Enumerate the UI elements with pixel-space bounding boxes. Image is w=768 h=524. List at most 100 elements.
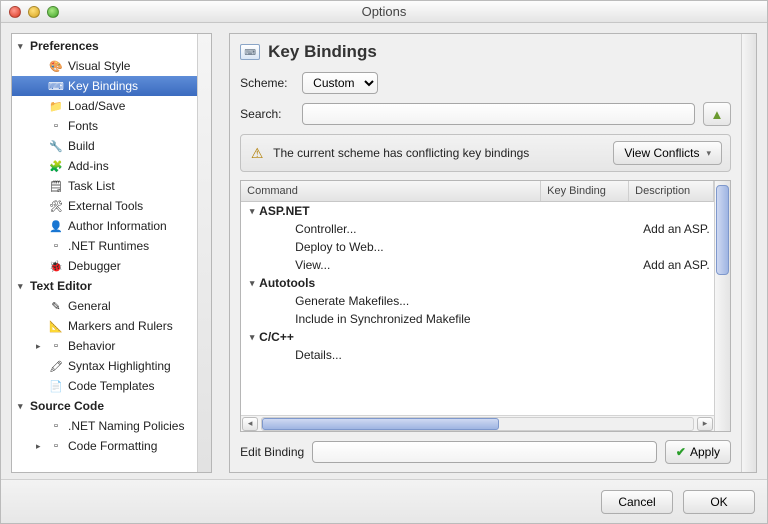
search-action-button[interactable]: ▲ (703, 102, 731, 126)
grid-row[interactable]: Details... (241, 346, 714, 364)
tree-item[interactable]: 📄 Code Templates (12, 376, 197, 396)
tree-group-header[interactable]: ▾Source Code (12, 396, 197, 416)
main-scrollbar[interactable] (741, 34, 756, 472)
cancel-button[interactable]: Cancel (601, 490, 673, 514)
grid-body[interactable]: ▾ASP.NETController...Add an ASP.NET…Depl… (241, 202, 714, 415)
cell-command: Include in Synchronized Makefile (295, 312, 555, 326)
tree-item-label: Key Bindings (68, 79, 138, 93)
tree-item-label: Code Formatting (68, 439, 157, 453)
tree-item[interactable]: 🖍Syntax Highlighting (12, 356, 197, 376)
cell-description: Add an ASP.NET… (643, 258, 710, 272)
grid-row[interactable]: View...Add an ASP.NET… (241, 256, 714, 274)
column-key-binding[interactable]: Key Binding (541, 181, 629, 201)
tree-group-label: Source Code (30, 399, 104, 413)
view-conflicts-button[interactable]: View Conflicts ▾ (613, 141, 722, 165)
scheme-select[interactable]: Custom (302, 72, 378, 94)
cell-command: Controller... (295, 222, 555, 236)
column-command[interactable]: Command (241, 181, 541, 201)
tree-item-label: Build (68, 139, 95, 153)
cell-command: Generate Makefiles... (295, 294, 555, 308)
dialog-footer: Cancel OK (1, 479, 767, 523)
tree-item[interactable]: 🛠 External Tools (12, 196, 197, 216)
tree-item[interactable]: ▸▫Code Formatting (12, 436, 197, 456)
scheme-row: Scheme: Custom (240, 72, 731, 94)
tree-item[interactable]: 🗒Task List (12, 176, 197, 196)
tree-item-label: .NET Naming Policies (68, 419, 184, 433)
blocks-icon: 🔧 (48, 138, 64, 154)
cell-command: Details... (295, 348, 555, 362)
grid-row[interactable]: Include in Synchronized Makefile (241, 310, 714, 328)
edit-binding-label: Edit Binding (240, 445, 304, 459)
grid-horizontal-scrollbar[interactable]: ◂ ▸ (241, 415, 714, 431)
tree-item[interactable]: 🔧 Build (12, 136, 197, 156)
tree-item[interactable]: ▫Fonts (12, 116, 197, 136)
tree-item[interactable]: 🐞Debugger (12, 256, 197, 276)
tree-item-label: Markers and Rulers (68, 319, 173, 333)
scroll-left-icon[interactable]: ◂ (242, 417, 258, 431)
grid-group-row[interactable]: ▾Autotools (241, 274, 714, 292)
search-input[interactable] (302, 103, 695, 125)
tree-item[interactable]: 🧩Add-ins (12, 156, 197, 176)
preferences-tree[interactable]: ▾Preferences🎨Visual Style ⌨ Key Bindings 📁L… (12, 34, 197, 472)
puzzle-icon: 🧩 (48, 158, 64, 174)
disclosure-triangle-icon: ▸ (36, 341, 46, 352)
tree-group: ▾Text Editor✎General 📐 Markers and Rulers ▸… (12, 276, 197, 396)
tree-item-label: General (68, 299, 111, 313)
tree-item[interactable]: 🎨Visual Style (12, 56, 197, 76)
tree-item-label: Code Templates (68, 379, 155, 393)
tree-item[interactable]: ✎General (12, 296, 197, 316)
column-description[interactable]: Description (629, 181, 714, 201)
cell-command: Deploy to Web... (295, 240, 555, 254)
sidebar-scrollbar[interactable] (197, 34, 211, 472)
ruler-icon: 📐 (48, 318, 64, 334)
warning-icon: ⚠ (249, 145, 265, 161)
scroll-right-icon[interactable]: ▸ (697, 417, 713, 431)
search-label: Search: (240, 107, 294, 121)
tree-item[interactable]: ⌨ Key Bindings (12, 76, 197, 96)
grid-row[interactable]: Generate Makefiles... (241, 292, 714, 310)
apply-button[interactable]: ✔ Apply (665, 440, 731, 464)
grid-row[interactable]: Deploy to Web... (241, 238, 714, 256)
stamp-icon: ▲ (710, 107, 723, 122)
ok-button[interactable]: OK (683, 490, 755, 514)
grid-header: Command Key Binding Description (241, 181, 714, 202)
tree-item[interactable]: 📁Load/Save (12, 96, 197, 116)
keyboard-icon: ⌨ (48, 78, 64, 94)
grid-group-name: Autotools (259, 276, 555, 290)
template-icon: 📄 (48, 378, 64, 394)
tree-item-label: .NET Runtimes (68, 239, 149, 253)
tree-item[interactable]: ▸▫Behavior (12, 336, 197, 356)
bug-icon: 🐞 (48, 258, 64, 274)
tree-group-header[interactable]: ▾Preferences (12, 36, 197, 56)
grid-group-name: ASP.NET (259, 204, 555, 218)
disclosure-triangle-icon: ▾ (18, 41, 28, 52)
edit-binding-input[interactable] (312, 441, 657, 463)
options-window: Options ▾Preferences🎨Visual Style ⌨ Key Bi… (0, 0, 768, 524)
grid-group-row[interactable]: ▾C/C++ (241, 328, 714, 346)
preferences-sidebar: ▾Preferences🎨Visual Style ⌨ Key Bindings 📁L… (11, 33, 212, 473)
disclosure-triangle-icon: ▾ (245, 278, 259, 289)
tree-item[interactable]: ▫.NET Runtimes (12, 236, 197, 256)
scheme-label: Scheme: (240, 76, 294, 90)
tree-item-label: Behavior (68, 339, 115, 353)
tree-group: ▾Source Code▫.NET Naming Policies▸▫Code … (12, 396, 197, 456)
window-title: Options (1, 4, 767, 19)
tools-icon: 🛠 (48, 198, 64, 214)
check-icon: ✔ (676, 445, 686, 459)
grid-row[interactable]: Controller...Add an ASP.NET… (241, 220, 714, 238)
tree-item[interactable]: 👤Author Information (12, 216, 197, 236)
search-row: Search: ▲ (240, 102, 731, 126)
splitter[interactable] (218, 33, 223, 473)
tree-group-header[interactable]: ▾Text Editor (12, 276, 197, 296)
tree-item-label: External Tools (68, 199, 143, 213)
tree-item[interactable]: ▫.NET Naming Policies (12, 416, 197, 436)
grid-vertical-scrollbar[interactable] (714, 181, 730, 431)
grid-group-row[interactable]: ▾ASP.NET (241, 202, 714, 220)
titlebar: Options (1, 1, 767, 23)
disclosure-triangle-icon: ▸ (36, 441, 46, 452)
task-icon: 🗒 (48, 178, 64, 194)
tree-group-label: Text Editor (30, 279, 92, 293)
grid-group-name: C/C++ (259, 330, 555, 344)
tree-item[interactable]: 📐 Markers and Rulers (12, 316, 197, 336)
folder-icon: 📁 (48, 98, 64, 114)
